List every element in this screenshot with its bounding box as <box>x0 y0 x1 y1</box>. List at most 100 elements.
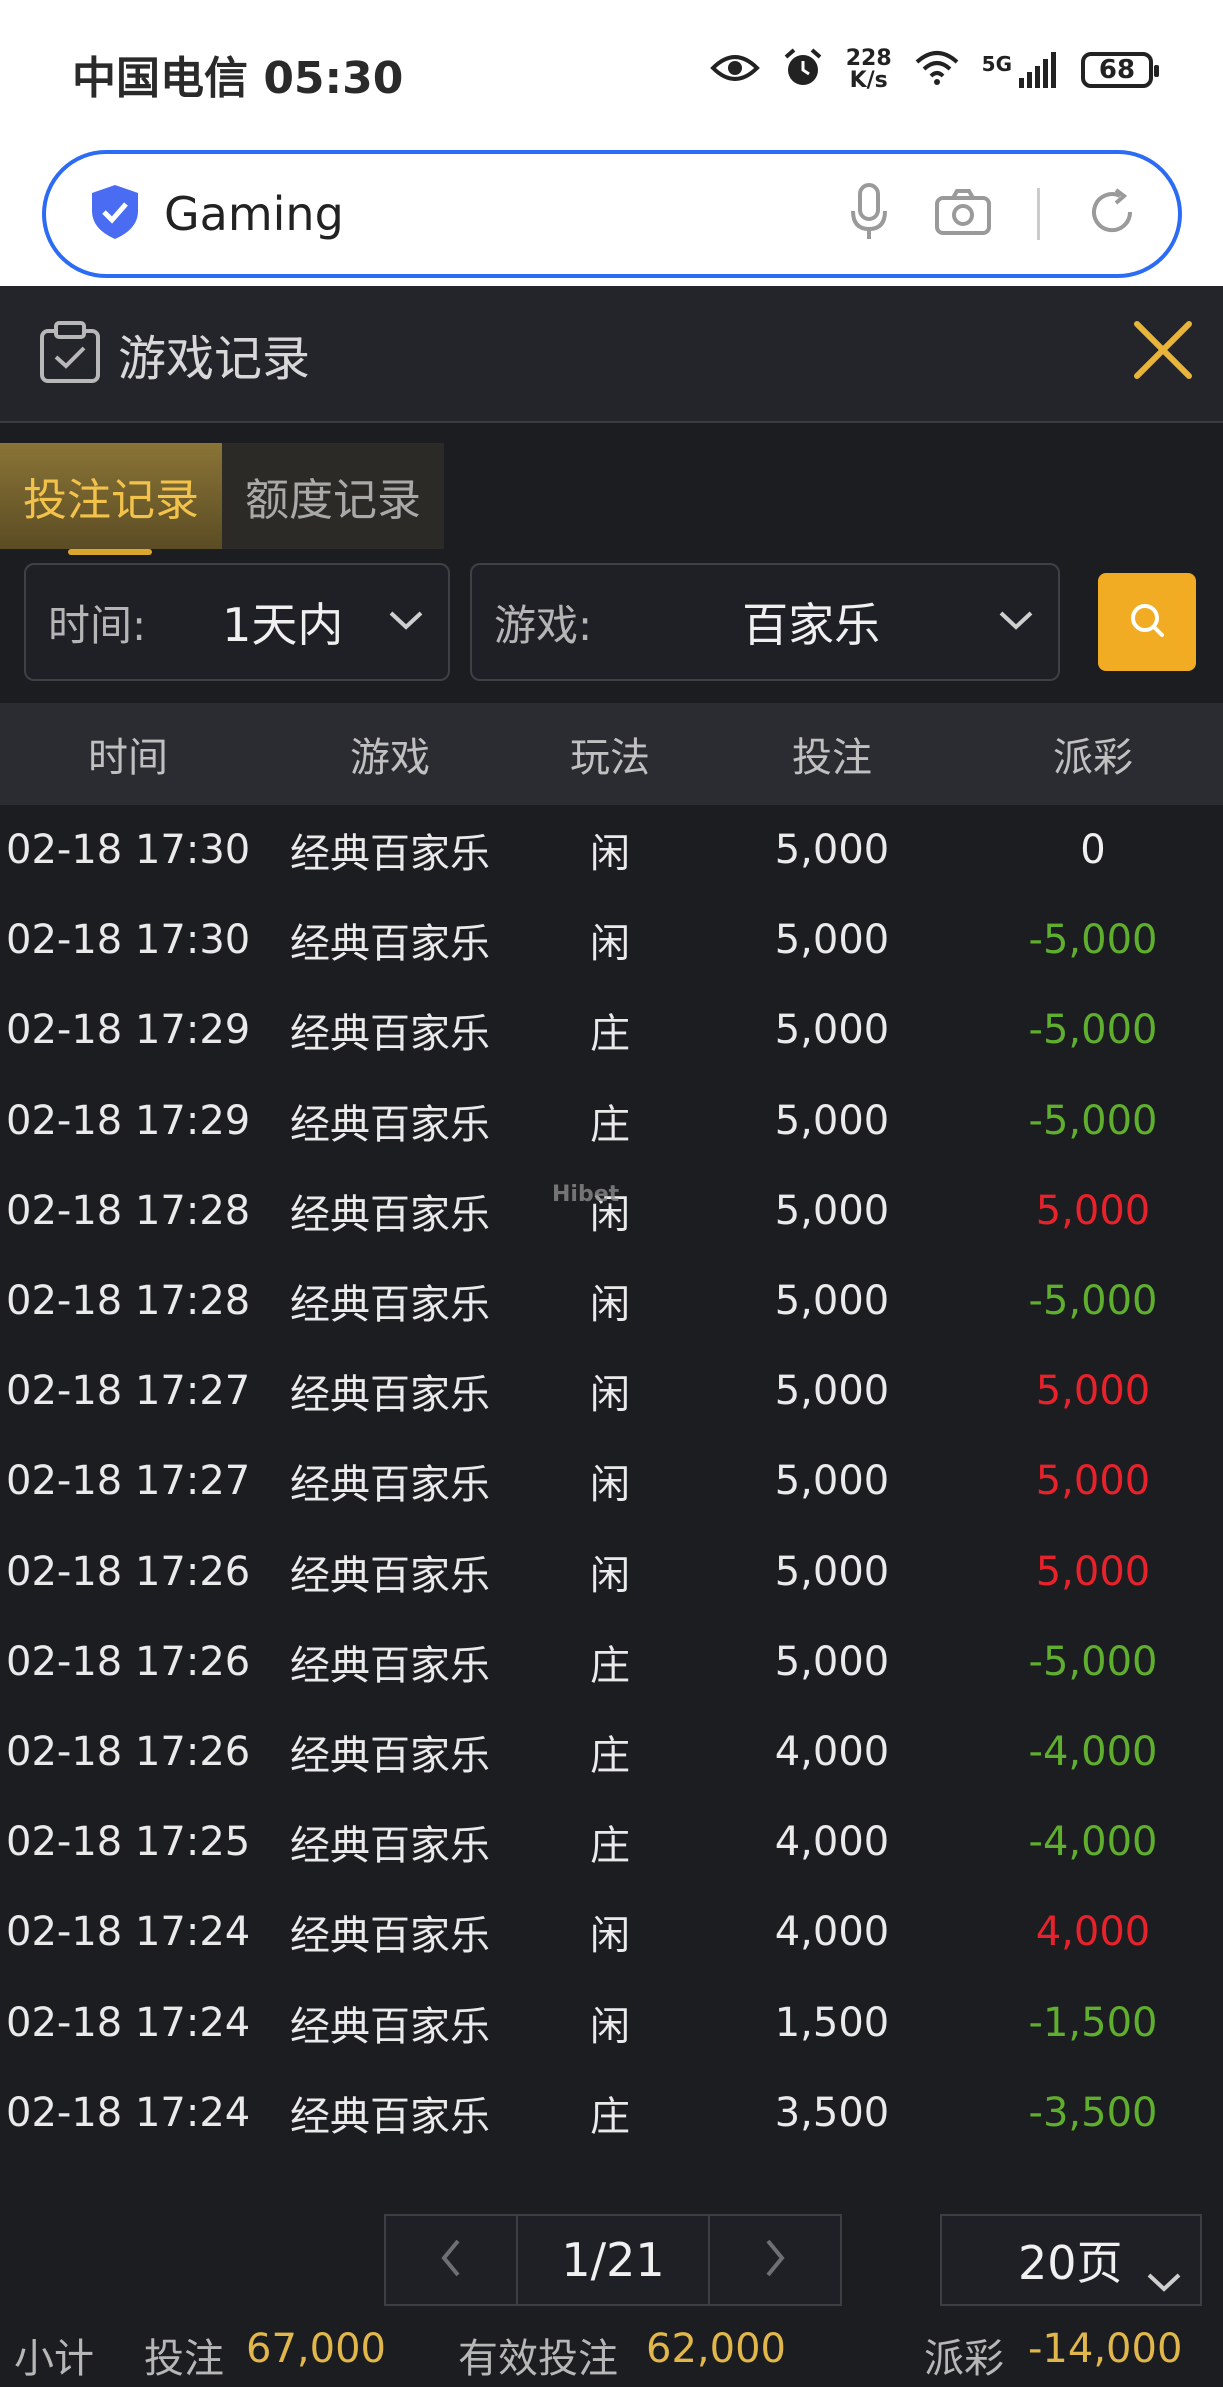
cell-play: 庄 <box>590 1101 630 1148</box>
cell-game: 经典百家乐 <box>290 1823 490 1870</box>
cell-bet: 5,000 <box>774 1458 890 1505</box>
cell-game: 经典百家乐 <box>290 1913 490 1960</box>
close-icon[interactable] <box>1123 310 1203 390</box>
table-row: 02-18 17:29 经典百家乐 庄 5,000 -5,000 <box>0 1076 1223 1166</box>
tab-credit-records[interactable]: 额度记录 <box>222 443 444 549</box>
game-filter-select[interactable]: 游戏: 百家乐 <box>470 563 1060 681</box>
pagination: 1/21 <box>384 2214 842 2306</box>
table-header: 时间 游戏 玩法 投注 派彩 <box>0 703 1223 805</box>
cell-game: 经典百家乐 <box>290 1642 490 1689</box>
game-filter-value: 百家乐 <box>742 598 881 652</box>
bet-total-label: 投注 <box>144 2336 224 2382</box>
table-row: 02-18 17:24 经典百家乐 闲 4,000 4,000 <box>0 1887 1223 1977</box>
subtotal-bar: 小计 投注 67,000 有效投注 62,000 派彩 -14,000 <box>14 2318 1214 2382</box>
table-row: 02-18 17:30 经典百家乐 闲 5,000 -5,000 <box>0 895 1223 985</box>
cell-game: 经典百家乐 <box>290 1372 490 1419</box>
cell-play: 闲 <box>590 1372 630 1419</box>
cell-time: 02-18 17:27 <box>6 1458 251 1505</box>
cell-play: 闲 <box>590 1462 630 1509</box>
cell-play: 闲 <box>590 921 630 968</box>
microphone-icon[interactable] <box>849 183 889 245</box>
cell-payout: -5,000 <box>1028 1278 1158 1325</box>
network-type: 5G <box>981 52 1012 76</box>
cell-time: 02-18 17:28 <box>6 1187 251 1234</box>
panel-title: 游戏记录 <box>118 330 311 387</box>
bet-total-value: 67,000 <box>246 2326 386 2372</box>
table-row: 02-18 17:30 经典百家乐 闲 5,000 0 <box>0 805 1223 895</box>
cell-payout: 5,000 <box>1035 1458 1151 1505</box>
subtotal-label: 小计 <box>14 2336 94 2382</box>
cell-play: 闲 <box>590 2003 630 2050</box>
header-time: 时间 <box>88 735 168 781</box>
cell-game: 经典百家乐 <box>290 1011 490 1058</box>
cell-play: 庄 <box>590 1642 630 1689</box>
camera-icon[interactable] <box>935 189 991 239</box>
prev-page-button[interactable] <box>386 2216 516 2304</box>
address-text[interactable]: Gaming <box>164 187 849 241</box>
cell-payout: 4,000 <box>1035 1909 1151 1956</box>
cell-play: 庄 <box>590 1732 630 1779</box>
cell-time: 02-18 17:29 <box>6 1097 251 1144</box>
carrier-time: 中国电信 05:30 <box>72 53 404 104</box>
page-size-select[interactable]: 20页 <box>940 2214 1202 2306</box>
cell-game: 经典百家乐 <box>290 2093 490 2140</box>
table-row: 02-18 17:28 经典百家乐闲 5,000 5,000 <box>0 1166 1223 1256</box>
table-row: 02-18 17:26 经典百家乐 庄 5,000 -5,000 <box>0 1617 1223 1707</box>
record-icon <box>38 319 104 389</box>
cell-bet: 5,000 <box>774 917 890 964</box>
cell-payout: -5,000 <box>1028 917 1158 964</box>
cell-bet: 4,000 <box>774 1819 890 1866</box>
page-indicator: 1/21 <box>516 2216 710 2304</box>
cell-bet: 5,000 <box>774 1368 890 1415</box>
header-payout: 派彩 <box>1053 735 1133 781</box>
shield-icon <box>88 183 142 245</box>
time-filter-select[interactable]: 时间: 1天内 <box>24 563 450 681</box>
address-bar[interactable]: Gaming <box>42 150 1182 278</box>
cell-time: 02-18 17:27 <box>6 1368 251 1415</box>
table-row: 02-18 17:27 经典百家乐 闲 5,000 5,000 <box>0 1436 1223 1526</box>
cell-game: 经典百家乐 <box>290 1101 490 1148</box>
game-filter-label: 游戏: <box>494 600 593 650</box>
cell-time: 02-18 17:29 <box>6 1007 251 1054</box>
table-row: 02-18 17:24 经典百家乐 庄 3,500 -3,500 <box>0 2068 1223 2158</box>
cell-game: 经典百家乐 <box>290 1732 490 1779</box>
payout-total-label: 派彩 <box>924 2336 1004 2382</box>
table-row: 02-18 17:24 经典百家乐 闲 1,500 -1,500 <box>0 1977 1223 2067</box>
chevron-down-icon <box>388 609 424 635</box>
cell-payout: 5,000 <box>1035 1368 1151 1415</box>
chevron-down-icon <box>1146 2250 1182 2304</box>
cell-payout: 5,000 <box>1035 1187 1151 1234</box>
record-tabs: 投注记录 额度记录 <box>0 443 444 555</box>
cell-game: 经典百家乐 <box>290 1552 490 1599</box>
cell-payout: -5,000 <box>1028 1097 1158 1144</box>
cell-play: 庄 <box>590 2093 630 2140</box>
cell-bet: 3,500 <box>774 2089 890 2136</box>
table-row: 02-18 17:28 经典百家乐 闲 5,000 -5,000 <box>0 1256 1223 1346</box>
next-page-button[interactable] <box>710 2216 840 2304</box>
cell-bet: 5,000 <box>774 1548 890 1595</box>
chevron-right-icon <box>764 2238 786 2282</box>
divider <box>1037 188 1040 240</box>
table-row: 02-18 17:26 经典百家乐 庄 4,000 -4,000 <box>0 1707 1223 1797</box>
tab-bet-records[interactable]: 投注记录 <box>0 443 222 555</box>
reload-icon[interactable] <box>1086 186 1138 242</box>
payout-total-value: -14,000 <box>1028 2326 1183 2372</box>
cell-time: 02-18 17:30 <box>6 827 251 874</box>
search-button[interactable] <box>1098 573 1196 671</box>
cell-time: 02-18 17:26 <box>6 1728 251 1775</box>
net-speed: 228 K/s <box>846 48 892 92</box>
status-bar: 中国电信 05:30 228 K/s 5G 68 <box>0 0 1223 140</box>
cell-play: 闲 <box>590 1282 630 1329</box>
cell-game: 经典百家乐 <box>290 2003 490 2050</box>
panel-header: 游戏记录 <box>0 286 1223 423</box>
cell-game: 经典百家乐 <box>290 1462 490 1509</box>
wifi-icon <box>914 50 960 90</box>
cell-game: 经典百家乐 <box>290 1282 490 1329</box>
cell-bet: 5,000 <box>774 1278 890 1325</box>
time-filter-value: 1天内 <box>222 598 344 652</box>
browser-bar: Gaming <box>0 140 1223 286</box>
cell-bet: 5,000 <box>774 1638 890 1685</box>
chevron-left-icon <box>440 2238 462 2282</box>
watermark: Hibet <box>552 1182 620 1207</box>
table-row: 02-18 17:25 经典百家乐 庄 4,000 -4,000 <box>0 1797 1223 1887</box>
